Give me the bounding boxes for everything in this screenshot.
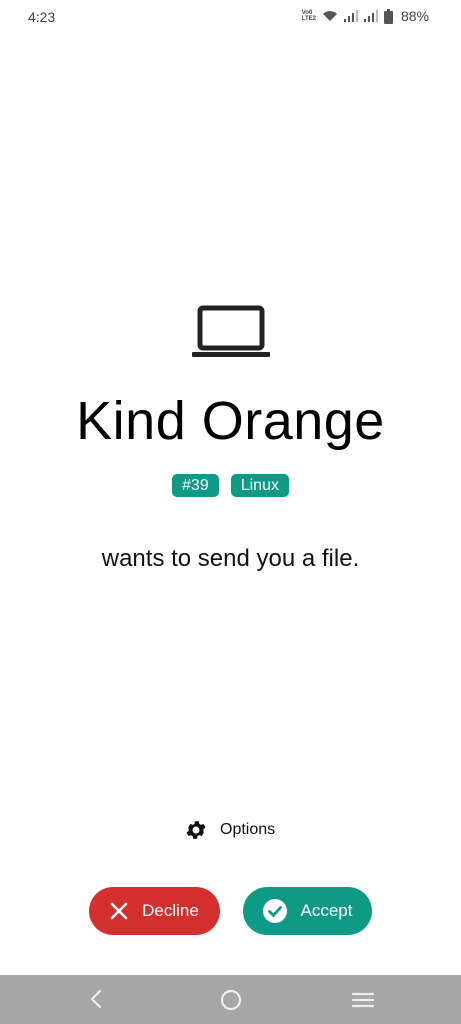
wifi-icon <box>322 11 337 21</box>
status-icons: Vo0 LTE2 88% <box>302 8 429 24</box>
status-time: 4:23 <box>28 9 56 25</box>
volte-indicator: Vo0 LTE2 <box>301 10 316 22</box>
battery-icon <box>383 8 393 24</box>
options-label: Options <box>220 821 276 838</box>
status-bar: 4:23 Vo0 LTE2 88% <box>0 0 461 34</box>
signal-icon <box>343 10 358 22</box>
check-circle-icon <box>262 899 287 923</box>
battery-percentage: 88% <box>400 8 429 24</box>
gear-icon <box>186 821 206 839</box>
device-id-badge: #39 <box>172 474 219 497</box>
transfer-message: wants to send you a file. <box>101 545 360 572</box>
device-name: Kind Orange <box>76 391 385 451</box>
close-icon <box>110 902 128 920</box>
home-icon[interactable] <box>220 989 242 1011</box>
signal-icon-2 <box>363 10 378 22</box>
decline-label: Decline <box>142 901 199 920</box>
device-os-badge: Linux <box>230 474 289 497</box>
navigation-bar <box>0 975 461 1024</box>
back-icon[interactable] <box>86 988 106 1010</box>
decline-button[interactable]: Decline <box>89 887 220 935</box>
accept-button[interactable]: Accept <box>243 887 372 935</box>
laptop-icon <box>192 305 270 357</box>
menu-icon[interactable] <box>352 991 374 1009</box>
device-badges: #39 Linux <box>0 474 461 497</box>
options-button[interactable]: Options <box>184 818 275 842</box>
accept-label: Accept <box>300 901 353 920</box>
